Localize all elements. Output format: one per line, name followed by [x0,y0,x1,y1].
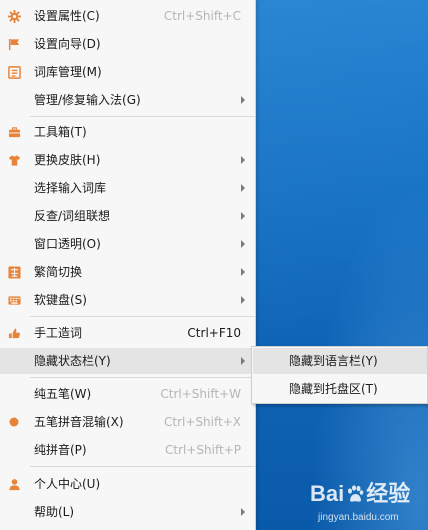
menu-item-label: 设置属性(C) [34,9,100,23]
submenu-arrow-icon [241,508,245,516]
submenu-item-label: 隐藏到托盘区(T) [289,382,378,396]
submenu-arrow-icon [241,268,245,276]
menu-item-soft-keyboard[interactable]: 软键盘(S) [0,287,255,313]
menu-item-label: 五笔拼音混输(X) [34,415,124,429]
menu-item-pure-pinyin[interactable]: 纯拼音(P) Ctrl+Shift+P [0,437,255,463]
menu-item-manual-word[interactable]: 手工造词 Ctrl+F10 [0,320,255,346]
hand-icon [7,326,21,340]
keyboard-icon [7,293,21,307]
menu-item-dictionary-manager[interactable]: 词库管理(M) [0,59,255,85]
user-icon [7,477,21,491]
menu-item-label: 帮助(L) [34,505,75,519]
submenu-arrow-icon [241,156,245,164]
menu-item-label: 隐藏状态栏(Y) [34,354,111,368]
selected-dot-icon [7,415,21,429]
submenu-arrow-icon [241,240,245,248]
menu-item-shortcut: Ctrl+F10 [187,326,241,340]
menu-item-label: 选择输入词库 [34,181,107,195]
menu-item-label: 繁简切换 [34,265,83,279]
dictionary-icon [7,65,21,79]
menu-item-help[interactable]: 帮助(L) [0,499,255,525]
menu-item-shortcut: Ctrl+Shift+W [160,387,241,401]
menu-item-label: 软键盘(S) [34,293,87,307]
menu-item-label: 管理/修复输入法(G) [34,93,141,107]
menu-item-shortcut: Ctrl+Shift+P [165,443,241,457]
submenu-arrow-icon [241,96,245,104]
ime-context-menu: 设置属性(C) Ctrl+Shift+C 设置向导(D) 词库管理(M) 管理/… [0,0,256,530]
shirt-icon [7,153,21,167]
menu-separator [30,466,255,467]
submenu-arrow-icon [241,184,245,192]
traditional-simplified-icon [7,265,21,279]
menu-item-reverse-lookup[interactable]: 反查/词组联想 [0,203,255,229]
menu-item-settings[interactable]: 设置属性(C) Ctrl+Shift+C [0,3,255,29]
flag-icon [7,37,21,51]
watermark-logo-right: 经验 [366,481,411,506]
menu-item-shortcut: Ctrl+Shift+X [164,415,241,429]
watermark-logo-left: Bai [310,481,345,506]
menu-item-personal-center[interactable]: 个人中心(U) [0,471,255,497]
menu-item-wubi-pinyin-mixed[interactable]: 五笔拼音混输(X) Ctrl+Shift+X [0,409,255,435]
menu-item-label: 手工造词 [34,326,83,340]
menu-item-hide-statusbar[interactable]: 隐藏状态栏(Y) [0,348,255,374]
menu-item-label: 纯五笔(W) [34,387,92,401]
desktop-background [250,0,428,530]
menu-item-label: 工具箱(T) [34,125,87,139]
watermark-url: jingyan.baidu.com [318,512,399,523]
submenu-item-hide-to-language-bar[interactable]: 隐藏到语言栏(Y) [253,348,427,374]
menu-item-label: 纯拼音(P) [34,443,87,457]
hide-statusbar-submenu: 隐藏到语言栏(Y) 隐藏到托盘区(T) [251,346,428,404]
menu-item-setup-wizard[interactable]: 设置向导(D) [0,31,255,57]
menu-item-label: 个人中心(U) [34,477,101,491]
menu-item-shortcut: Ctrl+Shift+C [163,9,241,23]
menu-item-pure-wubi[interactable]: 纯五笔(W) Ctrl+Shift+W [0,381,255,407]
menu-item-label: 设置向导(D) [34,37,101,51]
menu-item-label: 更换皮肤(H) [34,153,101,167]
submenu-arrow-icon [241,296,245,304]
menu-item-toolbox[interactable]: 工具箱(T) [0,119,255,145]
watermark-logo: Bai 经验 [310,476,410,508]
menu-item-traditional-simplified[interactable]: 繁简切换 [0,259,255,285]
menu-separator [30,316,255,317]
menu-item-label: 反查/词组联想 [34,209,111,223]
menu-item-manage-repair[interactable]: 管理/修复输入法(G) [0,87,255,113]
submenu-item-label: 隐藏到语言栏(Y) [289,354,378,368]
baidu-paw-icon [348,485,364,502]
gear-icon [7,9,21,23]
baidu-jingyan-watermark: Bai 经验 jingyan.baidu.com [310,476,428,530]
submenu-arrow-icon [241,212,245,220]
submenu-arrow-icon [241,357,245,365]
menu-separator [30,116,255,117]
menu-item-change-skin[interactable]: 更换皮肤(H) [0,147,255,173]
menu-item-label: 词库管理(M) [34,65,102,79]
menu-separator [30,377,255,378]
toolbox-icon [7,125,21,139]
menu-item-window-transparency[interactable]: 窗口透明(O) [0,231,255,257]
menu-item-select-dictionary[interactable]: 选择输入词库 [0,175,255,201]
menu-item-label: 窗口透明(O) [34,237,101,251]
submenu-item-hide-to-tray[interactable]: 隐藏到托盘区(T) [253,376,427,402]
